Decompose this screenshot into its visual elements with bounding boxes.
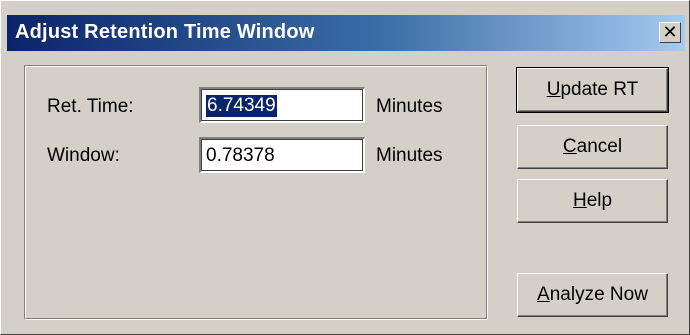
update-rt-button[interactable]: Update RT	[516, 67, 669, 113]
title-bar[interactable]: Adjust Retention Time Window ✕	[7, 15, 685, 51]
ret-time-value: 6.74349	[206, 95, 277, 117]
analyze-now-button[interactable]: Analyze Now	[517, 273, 668, 317]
ret-time-unit: Minutes	[376, 96, 443, 117]
close-icon: ✕	[662, 22, 678, 43]
cancel-button[interactable]: Cancel	[517, 125, 668, 169]
window-input[interactable]: 0.78378	[199, 137, 365, 173]
window-value: 0.78378	[206, 145, 275, 166]
ret-time-input[interactable]: 6.74349	[199, 87, 365, 123]
window-label: Window:	[47, 145, 120, 166]
help-button[interactable]: Help	[517, 179, 668, 223]
dialog-title: Adjust Retention Time Window	[15, 21, 315, 43]
window-unit: Minutes	[376, 145, 443, 166]
ret-time-label: Ret. Time:	[47, 96, 134, 117]
adjust-retention-time-dialog: Adjust Retention Time Window ✕ Ret. Time…	[0, 0, 690, 335]
close-button[interactable]: ✕	[659, 22, 681, 43]
